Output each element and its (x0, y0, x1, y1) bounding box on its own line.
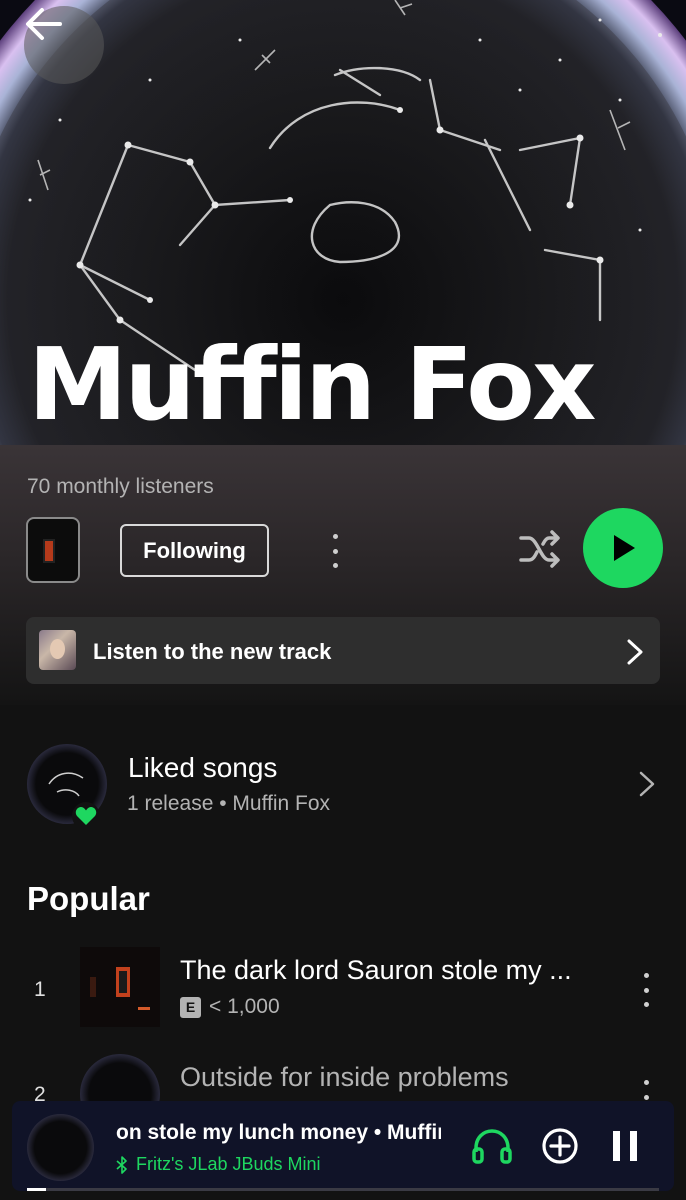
arrow-left-icon (26, 8, 62, 40)
connected-device: Fritz's JLab JBuds Mini (116, 1154, 321, 1175)
device-name: Fritz's JLab JBuds Mini (136, 1154, 321, 1174)
shuffle-icon (519, 530, 560, 568)
track-artwork (80, 947, 160, 1027)
chevron-right-icon (627, 639, 643, 665)
shuffle-button[interactable] (515, 526, 565, 572)
headphones-icon (472, 1129, 512, 1164)
next-row-peek (0, 1191, 686, 1200)
monthly-listeners: 70 monthly listeners (27, 475, 214, 498)
now-playing-artwork (27, 1114, 94, 1181)
heart-icon (72, 802, 100, 830)
more-vertical-icon[interactable] (322, 530, 348, 572)
track-rank: 1 (34, 978, 46, 1001)
track-title: The dark lord Sauron stole my ... (180, 955, 572, 985)
pause-icon (613, 1131, 637, 1161)
liked-songs-subtitle: 1 release • Muffin Fox (127, 792, 331, 815)
artist-name: Muffin Fox (28, 326, 596, 443)
popular-heading: Popular (27, 880, 150, 917)
bluetooth-icon (116, 1155, 127, 1174)
play-button[interactable] (583, 508, 663, 588)
now-playing-title: on stole my lunch money • Muffin Fox (116, 1121, 441, 1144)
new-track-label: Listen to the new track (93, 639, 332, 664)
connect-device-button[interactable] (471, 1125, 513, 1167)
thumbnail-art (43, 539, 55, 563)
explicit-badge: E (180, 996, 201, 1018)
pause-button[interactable] (604, 1125, 646, 1167)
new-track-cover (39, 630, 76, 670)
artist-hero-image: Muffin Fox (0, 0, 686, 445)
add-to-library-button[interactable] (539, 1125, 581, 1167)
track-title: Outside for inside problems (180, 1062, 509, 1092)
more-vertical-icon[interactable] (636, 973, 656, 1007)
back-button[interactable] (24, 6, 104, 84)
follow-button[interactable]: Following (120, 524, 269, 577)
mini-player[interactable]: on stole my lunch money • Muffin Fox Fri… (12, 1101, 674, 1191)
play-icon (614, 535, 635, 561)
liked-songs-title: Liked songs (128, 752, 278, 783)
plus-circle-icon (542, 1128, 578, 1164)
chevron-right-icon (639, 771, 655, 797)
track-plays: < 1,000 (209, 995, 280, 1018)
track-row[interactable]: 1 The dark lord Sauron stole my ... E < … (0, 947, 686, 1029)
liked-songs-row[interactable]: Liked songs 1 release • Muffin Fox (0, 740, 686, 830)
artist-preview-thumbnail[interactable] (26, 517, 80, 583)
new-track-banner[interactable]: Listen to the new track (26, 617, 660, 684)
track-meta: E < 1,000 (180, 995, 280, 1019)
